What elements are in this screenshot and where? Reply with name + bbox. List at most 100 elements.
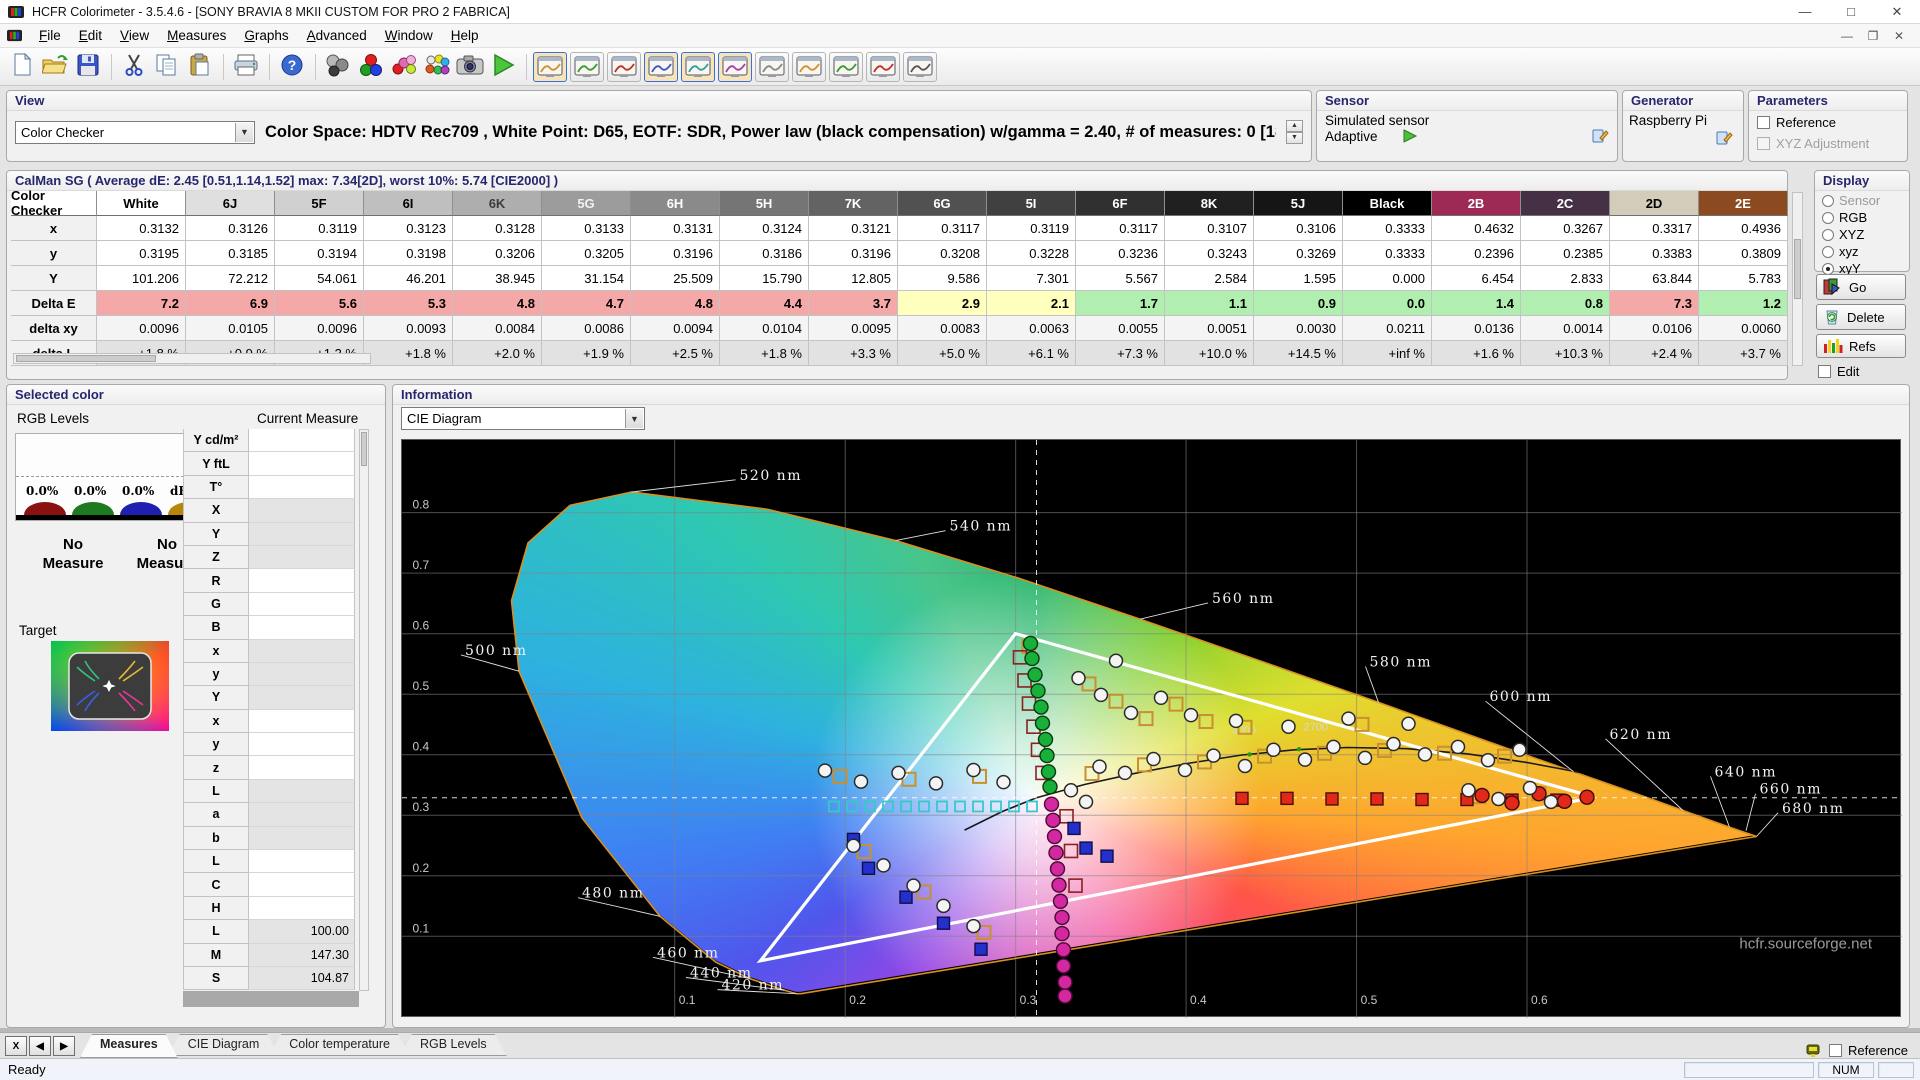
table-cell[interactable]: 0.0083 [898,316,987,341]
table-cell[interactable]: +1.8 % [364,341,453,366]
table-cell[interactable]: 0.3236 [1076,241,1165,266]
table-cell[interactable]: 1.7 [1076,291,1165,316]
new-document-button[interactable] [6,52,38,82]
save-button[interactable] [72,52,104,82]
measure-row-value[interactable] [249,545,355,570]
column-header-5H[interactable]: 5H [720,191,809,216]
table-cell[interactable]: 0.3208 [898,241,987,266]
table-cell[interactable]: +3.7 % [1699,341,1788,366]
measure-row-value[interactable] [249,616,355,640]
column-header-5G[interactable]: 5G [542,191,631,216]
display-option-XYZ[interactable]: XYZ [1815,226,1909,243]
table-cell[interactable]: 0.0086 [542,316,631,341]
table-cell[interactable]: 0.3243 [1165,241,1254,266]
table-cell[interactable]: +2.0 % [453,341,542,366]
view-selector[interactable]: Color Checker ▼ [15,120,255,144]
column-header-2E[interactable]: 2E [1699,191,1788,216]
table-cell[interactable]: 5.6 [275,291,364,316]
table-cell[interactable]: +10.0 % [1165,341,1254,366]
table-cell[interactable]: 31.154 [542,266,631,291]
table-cell[interactable]: 0.3117 [898,216,987,241]
table-cell[interactable]: +6.1 % [987,341,1076,366]
table-cell[interactable]: 6.454 [1432,266,1521,291]
print-button[interactable] [230,52,262,82]
display-option-xyz[interactable]: xyz [1815,243,1909,260]
mdi-restore-icon[interactable]: ❐ [1862,27,1884,45]
view-history-button[interactable] [866,51,900,82]
tab-close-button[interactable]: X [5,1036,27,1056]
column-header-5I[interactable]: 5I [987,191,1076,216]
table-cell[interactable]: 0.2385 [1521,241,1610,266]
table-cell[interactable]: 0.0096 [97,316,186,341]
table-cell[interactable]: 0.0106 [1610,316,1699,341]
edit-checkbox[interactable]: Edit [1818,364,1859,379]
table-cell[interactable]: 0.0095 [809,316,898,341]
column-header-2D[interactable]: 2D [1610,191,1699,216]
menu-file[interactable]: File [30,25,70,46]
column-header-6H[interactable]: 6H [631,191,720,216]
table-cell[interactable]: 1.4 [1432,291,1521,316]
table-cell[interactable]: 0.3333 [1343,216,1432,241]
close-button[interactable]: ✕ [1874,0,1920,23]
sensor-balls-button[interactable] [322,52,354,82]
measure-row-value[interactable] [249,873,355,897]
checkbox-box[interactable] [1757,116,1770,129]
table-cell[interactable]: 0.3119 [275,216,364,241]
table-cell[interactable]: 0.3809 [1699,241,1788,266]
maximize-button[interactable]: □ [1828,0,1874,23]
table-cell[interactable]: 0.3132 [97,216,186,241]
table-cell[interactable]: 0.3124 [720,216,809,241]
table-cell[interactable]: 0.3205 [542,241,631,266]
table-cell[interactable]: 2.584 [1165,266,1254,291]
colorchecker-balls-button[interactable] [421,52,453,82]
column-header-6G[interactable]: 6G [898,191,987,216]
table-cell[interactable]: 0.0051 [1165,316,1254,341]
column-header-7K[interactable]: 7K [809,191,898,216]
table-cell[interactable]: 0.3106 [1254,216,1343,241]
table-cell[interactable]: 46.201 [364,266,453,291]
table-cell[interactable]: 1.2 [1699,291,1788,316]
table-cell[interactable]: 0.3133 [542,216,631,241]
run-measure-button[interactable] [487,52,519,82]
table-cell[interactable]: 0.3128 [453,216,542,241]
menu-window[interactable]: Window [376,25,442,46]
view-nearblack-button[interactable] [644,51,678,82]
column-header-2B[interactable]: 2B [1432,191,1521,216]
edit-checkbox-box[interactable] [1818,365,1831,378]
table-cell[interactable]: 0.000 [1343,266,1432,291]
table-cell[interactable]: +1.8 % [720,341,809,366]
camera-button[interactable] [454,52,486,82]
table-cell[interactable]: 4.8 [453,291,542,316]
measure-row-value[interactable] [249,475,355,500]
menu-help[interactable]: Help [442,25,488,46]
table-cell[interactable]: +2.5 % [631,341,720,366]
column-header-8K[interactable]: 8K [1165,191,1254,216]
table-cell[interactable]: 25.509 [631,266,720,291]
measure-row-value[interactable] [249,522,355,546]
table-cell[interactable]: +7.3 % [1076,341,1165,366]
table-cell[interactable]: 7.2 [97,291,186,316]
table-cell[interactable]: 101.206 [97,266,186,291]
table-cell[interactable]: 0.0104 [720,316,809,341]
menu-measures[interactable]: Measures [158,25,235,46]
cut-button[interactable] [118,52,150,82]
table-cell[interactable]: 72.212 [186,266,275,291]
table-cell[interactable]: 0.3195 [97,241,186,266]
table-cell[interactable]: 7.301 [987,266,1076,291]
view-gamma-button[interactable] [570,51,604,82]
table-cell[interactable]: 0.3194 [275,241,364,266]
measure-row-value[interactable] [249,639,355,663]
table-cell[interactable]: 0.3119 [987,216,1076,241]
cie-diagram[interactable]: 0.1 0.2 0.3 0.4 0.5 0.6 0.1 0.2 0.3 0.4 0.5 0.6 0.7 0… [401,439,1902,1018]
information-selector[interactable]: CIE Diagram ▼ [401,407,645,430]
mdi-minimize-icon[interactable]: — [1836,27,1858,45]
table-cell[interactable]: 2.9 [898,291,987,316]
view-calibration-report-button[interactable] [903,51,937,82]
table-cell[interactable]: 0.3107 [1165,216,1254,241]
current-measure-scrollbar[interactable] [359,429,369,991]
table-cell[interactable]: 38.945 [453,266,542,291]
table-cell[interactable]: 0.3333 [1343,241,1432,266]
table-cell[interactable]: 0.3126 [186,216,275,241]
table-cell[interactable]: 0.3196 [809,241,898,266]
column-header-5F[interactable]: 5F [275,191,364,216]
